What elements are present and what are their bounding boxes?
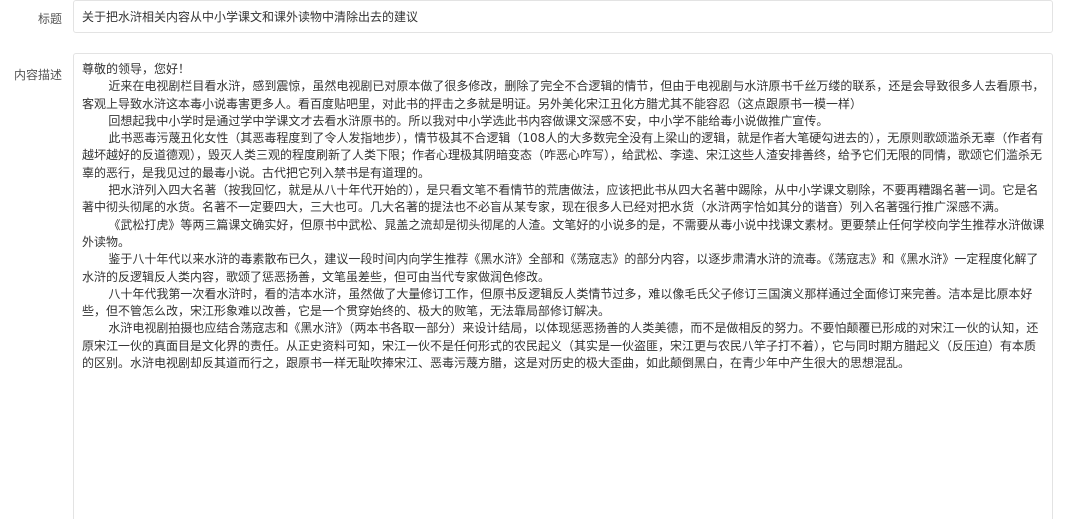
- description-paragraph-4: 把水浒列入四大名著（按我回忆，就是从八十年代开始的），是只看文笔不看情节的荒唐做…: [82, 183, 1039, 215]
- description-paragraph-2: 回想起我中小学时是通过学中学课文才去看水浒原书的。所以我对中小学选此书内容做课文…: [108, 113, 829, 128]
- description-paragraph-6: 鉴于八十年代以来水浒的毒素散布已久，建议一段时间内向学生推荐《黑水浒》全部和《荡…: [82, 252, 1039, 284]
- description-textarea[interactable]: 尊敬的领导，您好！ 近来在电视剧栏目看水浒，感到震惊，虽然电视剧已对原本做了很多…: [73, 53, 1053, 519]
- title-label: 标题: [37, 12, 62, 26]
- description-row: 内容描述 尊敬的领导，您好！ 近来在电视剧栏目看水浒，感到震惊，虽然电视剧已对原…: [0, 50, 1080, 519]
- description-label: 内容描述: [13, 68, 62, 82]
- description-paragraph-3: 此书恶毒污蔑丑化女性（其恶毒程度到了令人发指地步），情节极其不合逻辑（108人的…: [82, 131, 1044, 180]
- title-input[interactable]: 关于把水浒相关内容从中小学课文和课外读物中清除出去的建议: [73, 0, 1053, 33]
- description-paragraph-1: 近来在电视剧栏目看水浒，感到震惊，虽然电视剧已对原本做了很多修改，删除了完全不合…: [82, 79, 1045, 111]
- description-paragraph-5: 《武松打虎》等两三篇课文确实好，但原书中武松、晁盖之流却是彻头彻尾的人渣。文笔好…: [82, 217, 1045, 249]
- description-paragraph-8: 水浒电视剧拍摄也应结合荡寇志和《黑水浒》（两本书各取一部分）来设计结局，以体现惩…: [82, 321, 1039, 371]
- greeting-line: 尊敬的领导，您好！: [82, 62, 191, 76]
- description-paragraph-7: 八十年代我第一次看水浒时，看的洁本水浒，虽然做了大量修订工作，但原书反逻辑反人类…: [82, 286, 1033, 319]
- title-row: 标题 关于把水浒相关内容从中小学课文和课外读物中清除出去的建议: [0, 0, 1080, 38]
- proposal-form: 标题 关于把水浒相关内容从中小学课文和课外读物中清除出去的建议 内容描述 尊敬的…: [0, 0, 1080, 519]
